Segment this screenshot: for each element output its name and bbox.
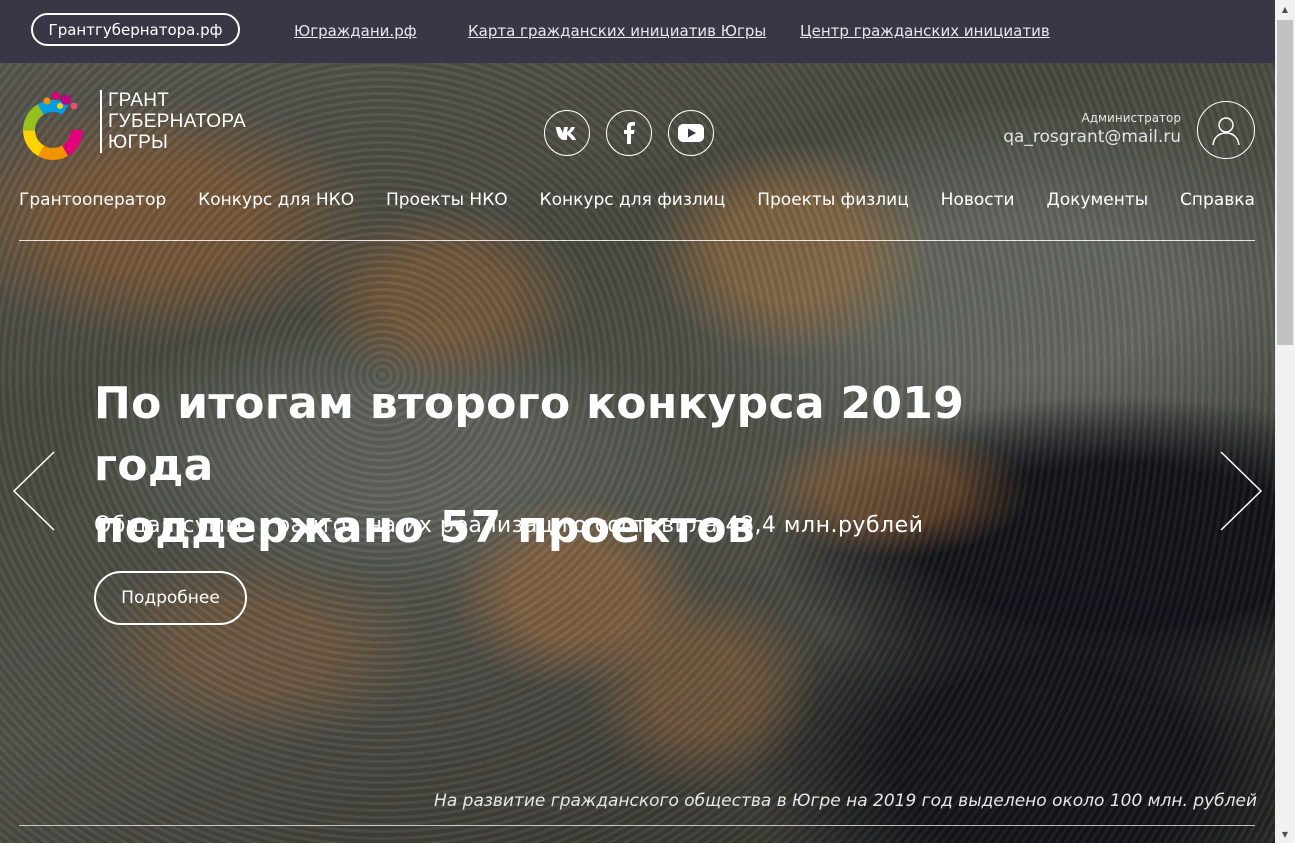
top-bar: Грантгубернатора.рф Юграждани.рф Карта г… <box>0 0 1275 63</box>
nav-item-nko-projects[interactable]: Проекты НКО <box>386 190 508 210</box>
scroll-up-icon[interactable]: ▲ <box>1275 0 1295 18</box>
civic-initiatives-center-link[interactable]: Центр гражданских инициатив <box>800 22 1050 40</box>
more-button[interactable]: Подробнее <box>94 571 247 625</box>
slide-caption: На развитие гражданского общества в Югре… <box>434 791 1257 811</box>
slider-prev-arrow-icon[interactable] <box>12 451 56 531</box>
hero-banner: ГРАНТ ГУБЕРНАТОРА ЮГРЫ Администратор qa_… <box>0 63 1275 843</box>
logo-line-2: ГУБЕРНАТОРА <box>108 110 246 132</box>
bottom-divider <box>19 825 1255 826</box>
nav-item-individuals-projects[interactable]: Проекты физлиц <box>757 190 909 210</box>
slide-title-line-1: По итогам второго конкурса 2019 года <box>94 378 965 491</box>
user-avatar-icon <box>1212 117 1240 146</box>
scroll-down-icon[interactable]: ▼ <box>1275 825 1295 843</box>
scrollbar-thumb[interactable] <box>1277 20 1293 345</box>
vk-icon[interactable] <box>544 110 590 156</box>
nav-item-individuals-contest[interactable]: Конкурс для физлиц <box>540 190 726 210</box>
logo-line-3: ЮГРЫ <box>108 131 169 153</box>
main-nav: Грантооператор Конкурс для НКО Проекты Н… <box>19 190 1255 210</box>
nav-item-documents[interactable]: Документы <box>1046 190 1148 210</box>
user-email: qa_rosgrant@mail.ru <box>1003 127 1181 147</box>
page-scrollbar[interactable]: ▲ ▼ <box>1275 0 1295 843</box>
nav-item-nko-contest[interactable]: Конкурс для НКО <box>198 190 354 210</box>
slider-next-arrow-icon[interactable] <box>1219 451 1263 531</box>
civic-initiatives-map-link[interactable]: Карта гражданских инициатив Югры <box>468 22 766 40</box>
user-role: Администратор <box>1081 111 1181 125</box>
avatar[interactable] <box>1197 101 1255 159</box>
logo-wordmark: ГРАНТ ГУБЕРНАТОРА ЮГРЫ <box>100 89 246 153</box>
yugrazhdanin-link[interactable]: Юграждани.рф <box>294 22 417 40</box>
social-links <box>544 110 714 156</box>
site-logo[interactable]: ГРАНТ ГУБЕРНАТОРА ЮГРЫ <box>20 81 246 161</box>
nav-item-news[interactable]: Новости <box>941 190 1015 210</box>
nav-divider <box>19 240 1255 241</box>
user-info[interactable]: Администратор qa_rosgrant@mail.ru <box>1003 111 1181 147</box>
facebook-icon[interactable] <box>606 110 652 156</box>
youtube-icon[interactable] <box>668 110 714 156</box>
slide-subtitle: Общая сумма грантов на их реализацию сос… <box>94 513 924 538</box>
logo-emblem-icon <box>20 88 86 160</box>
nav-item-help[interactable]: Справка <box>1180 190 1255 210</box>
grant-governor-site-link[interactable]: Грантгубернатора.рф <box>31 13 240 46</box>
nav-item-grant-operator[interactable]: Грантооператор <box>19 190 166 210</box>
logo-line-1: ГРАНТ <box>108 89 170 111</box>
